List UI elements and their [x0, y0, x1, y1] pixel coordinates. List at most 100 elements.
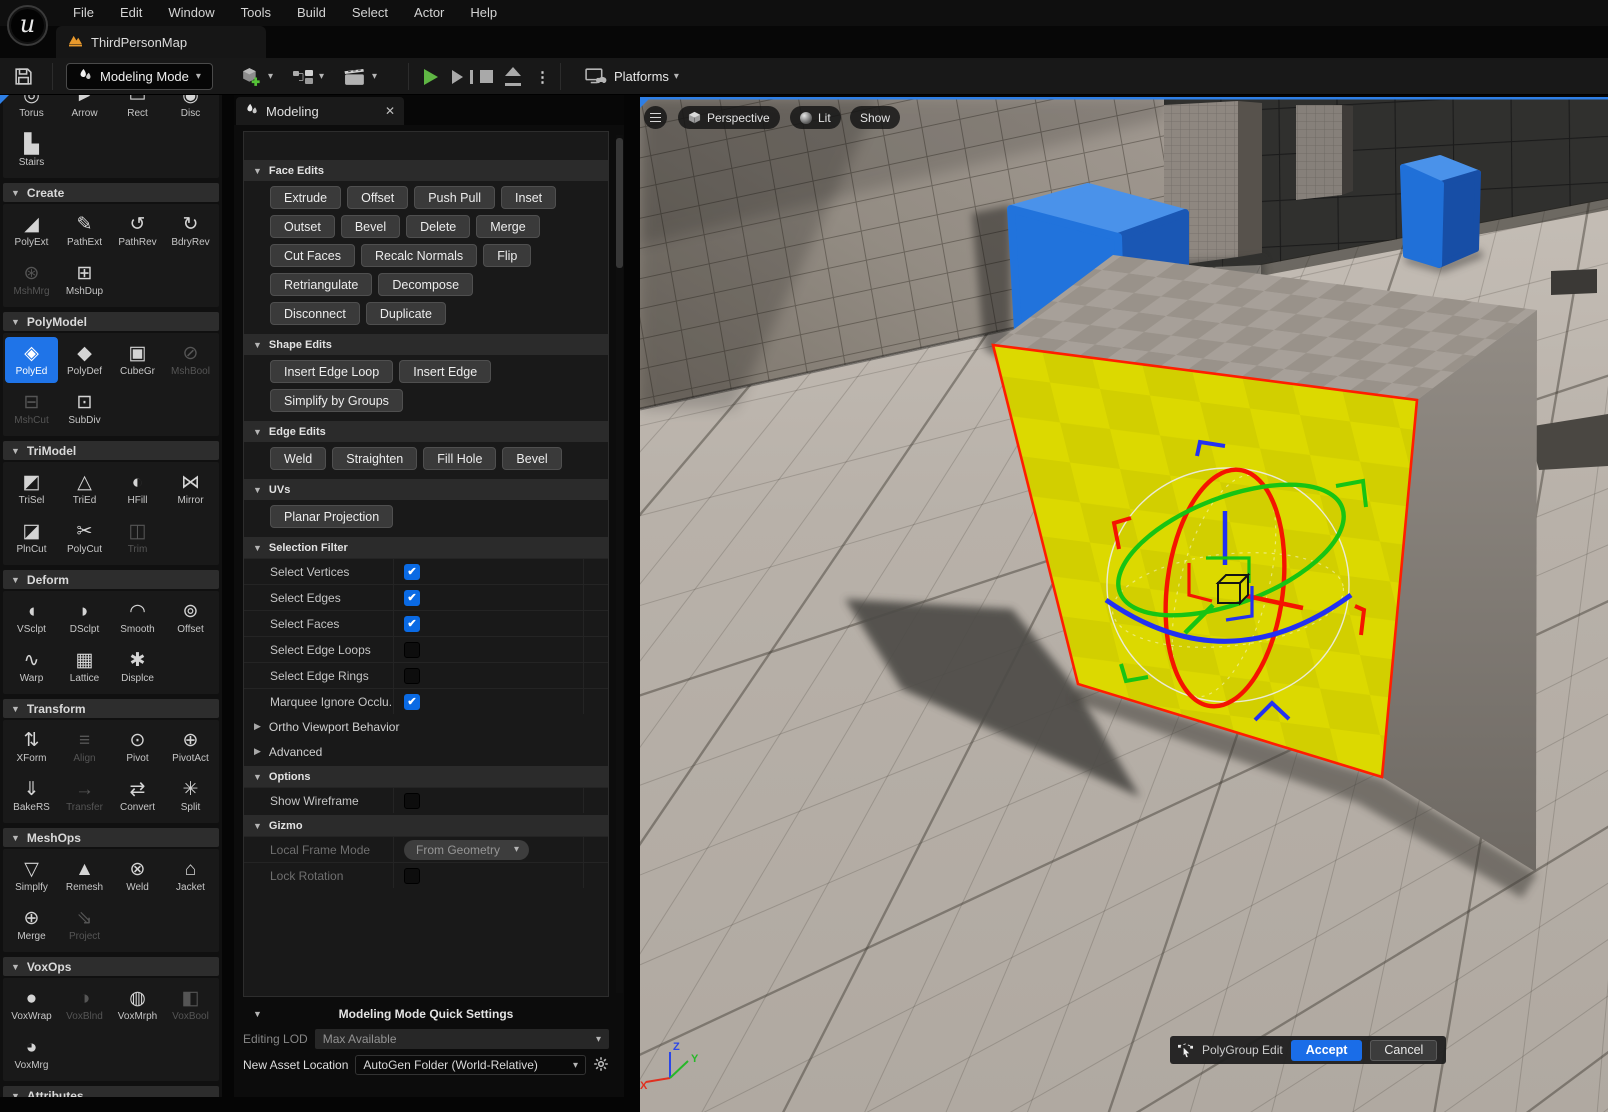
tool-bdryrev[interactable]: ↻BdryRev	[164, 208, 217, 254]
palette-section-header[interactable]: ▼Transform	[3, 699, 219, 718]
tool-split[interactable]: ✳Split	[164, 773, 217, 819]
palette-section-header[interactable]: ▼TriModel	[3, 441, 219, 460]
tool-bakers[interactable]: ⇓BakeRS	[5, 773, 58, 819]
section-header-shape-edits[interactable]: ▼Shape Edits	[244, 334, 608, 355]
button-insert-edge[interactable]: Insert Edge	[399, 360, 491, 383]
tool-plncut[interactable]: ◪PlnCut	[5, 515, 58, 561]
tool-stairs[interactable]: ▙Stairs	[5, 128, 58, 174]
skip-frame-button[interactable]	[452, 58, 473, 95]
button-retriangulate[interactable]: Retriangulate	[270, 273, 372, 296]
button-push-pull[interactable]: Push Pull	[414, 186, 495, 209]
section-header-gizmo[interactable]: ▼Gizmo	[244, 815, 608, 836]
tool-displce[interactable]: ✱Displce	[111, 644, 164, 690]
button-decompose[interactable]: Decompose	[378, 273, 473, 296]
button-bevel[interactable]: Bevel	[341, 215, 400, 238]
tool-vsclpt[interactable]: ◖VSclpt	[5, 595, 58, 641]
tool-simplfy[interactable]: ▽Simplfy	[5, 853, 58, 899]
tool-smooth[interactable]: ◠Smooth	[111, 595, 164, 641]
button-offset[interactable]: Offset	[347, 186, 408, 209]
pillar-far[interactable]	[1296, 105, 1353, 200]
button-flip[interactable]: Flip	[483, 244, 531, 267]
tool-lattice[interactable]: ▦Lattice	[58, 644, 111, 690]
unreal-logo-icon[interactable]: u	[7, 5, 48, 46]
palette-section-header[interactable]: ▼MeshOps	[3, 828, 219, 847]
tool-pivotact[interactable]: ⊕PivotAct	[164, 724, 217, 770]
button-simplify-by-groups[interactable]: Simplify by Groups	[270, 389, 403, 412]
quick-settings-header[interactable]: ▼ Modeling Mode Quick Settings	[243, 1003, 609, 1025]
tool-polyed[interactable]: ◈PolyEd	[5, 337, 58, 383]
blue-cube-right[interactable]	[1403, 158, 1484, 273]
tool-weld[interactable]: ⊗Weld	[111, 853, 164, 899]
tool-convert[interactable]: ⇄Convert	[111, 773, 164, 819]
palette-section-header[interactable]: ▼Create	[3, 183, 219, 202]
show-button[interactable]: Show	[850, 106, 900, 129]
button-insert-edge-loop[interactable]: Insert Edge Loop	[270, 360, 393, 383]
tool-trisel[interactable]: ◩TriSel	[5, 466, 58, 512]
tool-rect[interactable]: ▭Rect	[111, 95, 164, 125]
tool-tried[interactable]: △TriEd	[58, 466, 111, 512]
button-bevel[interactable]: Bevel	[502, 447, 561, 470]
section-header-edge-edits[interactable]: ▼Edge Edits	[244, 421, 608, 442]
palette-section-header[interactable]: ▼PolyModel	[3, 312, 219, 331]
checkbox-select-vertices[interactable]	[404, 564, 420, 580]
section-header-uvs[interactable]: ▼UVs	[244, 479, 608, 500]
button-fill-hole[interactable]: Fill Hole	[423, 447, 496, 470]
button-inset[interactable]: Inset	[501, 186, 556, 209]
tool-cubegr[interactable]: ▣CubeGr	[111, 337, 164, 383]
button-planar-projection[interactable]: Planar Projection	[270, 505, 393, 528]
tool-subdiv[interactable]: ⊡SubDiv	[58, 386, 111, 432]
tool-voxmrph[interactable]: ◍VoxMrph	[111, 982, 164, 1028]
blueprints-button[interactable]: ▾	[292, 58, 324, 95]
button-straighten[interactable]: Straighten	[332, 447, 417, 470]
tool-mshdup[interactable]: ⊞MshDup	[58, 257, 111, 303]
level-tab[interactable]: ThirdPersonMap	[56, 26, 266, 58]
stop-button[interactable]	[480, 58, 493, 95]
tool-dsclpt[interactable]: ◗DSclpt	[58, 595, 111, 641]
perspective-button[interactable]: Perspective	[678, 106, 780, 129]
close-icon[interactable]: ✕	[385, 104, 395, 118]
tool-arrow[interactable]: ►Arrow	[58, 95, 111, 125]
checkbox-select-faces[interactable]	[404, 616, 420, 632]
tool-remesh[interactable]: ▲Remesh	[58, 853, 111, 899]
button-weld[interactable]: Weld	[270, 447, 326, 470]
checkbox-show-wireframe[interactable]	[404, 793, 420, 809]
section-header-selection-filter[interactable]: ▼Selection Filter	[244, 537, 608, 558]
add-content-button[interactable]: ▾	[240, 58, 273, 95]
button-delete[interactable]: Delete	[406, 215, 470, 238]
tool-torus[interactable]: ◎Torus	[5, 95, 58, 125]
gear-icon[interactable]	[593, 1056, 609, 1075]
tool-voxwrap[interactable]: ●VoxWrap	[5, 982, 58, 1028]
lit-mode-button[interactable]: Lit	[790, 106, 841, 129]
tool-mirror[interactable]: ⋈Mirror	[164, 466, 217, 512]
viewport-3d[interactable]: X Z Y Perspective Lit Show	[640, 97, 1608, 1112]
play-button[interactable]	[424, 58, 438, 95]
menu-tools[interactable]: Tools	[228, 0, 284, 26]
cinematics-button[interactable]: ▾	[344, 58, 377, 95]
button-disconnect[interactable]: Disconnect	[270, 302, 360, 325]
checkbox-select-edges[interactable]	[404, 590, 420, 606]
button-outset[interactable]: Outset	[270, 215, 335, 238]
tool-hfill[interactable]: ◐HFill	[111, 466, 164, 512]
checkbox-select-edge-loops[interactable]	[404, 642, 420, 658]
menu-select[interactable]: Select	[339, 0, 401, 26]
checkbox-lock-rotation[interactable]	[404, 868, 420, 884]
button-cut-faces[interactable]: Cut Faces	[270, 244, 355, 267]
panel-scrollbar[interactable]	[616, 135, 623, 993]
button-recalc-normals[interactable]: Recalc Normals	[361, 244, 477, 267]
accept-button[interactable]: Accept	[1291, 1040, 1363, 1061]
asset-location-dropdown[interactable]: AutoGen Folder (World-Relative) ▾	[355, 1055, 586, 1075]
viewport-menu-button[interactable]	[644, 106, 667, 129]
eject-button[interactable]	[505, 58, 521, 95]
menu-actor[interactable]: Actor	[401, 0, 457, 26]
mode-selector[interactable]: Modeling Mode ▾	[66, 58, 213, 95]
menu-build[interactable]: Build	[284, 0, 339, 26]
tool-disc[interactable]: ◉Disc	[164, 95, 217, 125]
tool-pathext[interactable]: ✎PathExt	[58, 208, 111, 254]
play-options-button[interactable]: ⋮	[535, 58, 550, 95]
tool-pathrev[interactable]: ↺PathRev	[111, 208, 164, 254]
editing-lod-dropdown[interactable]: Max Available ▾	[315, 1029, 609, 1049]
tool-xform[interactable]: ⇅XForm	[5, 724, 58, 770]
menu-help[interactable]: Help	[457, 0, 510, 26]
tool-jacket[interactable]: ⌂Jacket	[164, 853, 217, 899]
tool-pivot[interactable]: ⊙Pivot	[111, 724, 164, 770]
